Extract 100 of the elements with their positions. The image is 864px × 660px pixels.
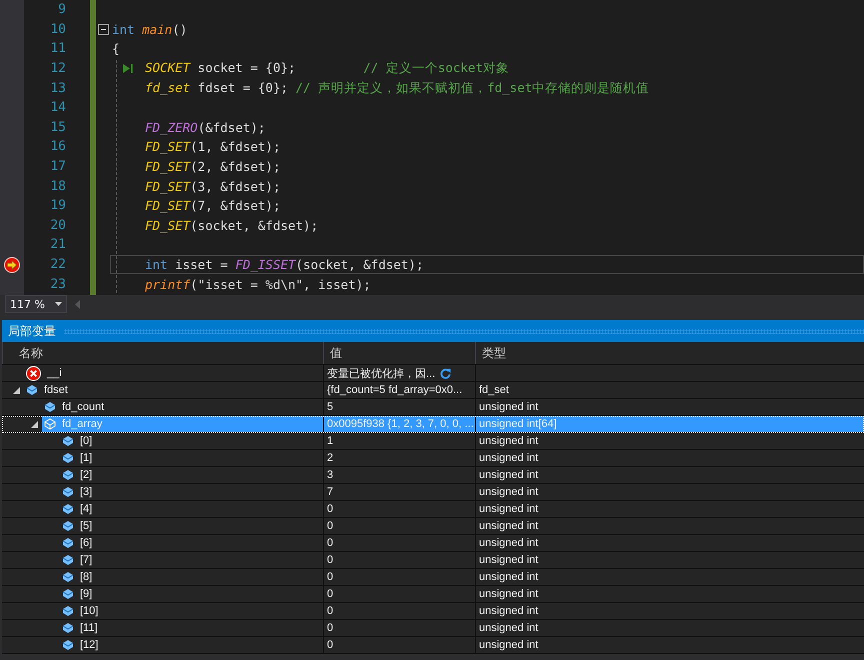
variable-name: [7] — [80, 554, 92, 566]
line-number: 12 — [50, 61, 66, 76]
line-number: 14 — [50, 100, 66, 116]
cube-icon — [26, 384, 38, 396]
variable-row[interactable]: [4] 0 unsigned int — [2, 501, 864, 518]
cube-icon — [44, 418, 56, 430]
variable-row[interactable]: [0] 1 unsigned int — [2, 433, 864, 450]
cube-icon — [62, 571, 74, 583]
variable-name: __i — [47, 367, 62, 379]
cube-icon — [62, 537, 74, 549]
variable-type: fd_set — [479, 384, 509, 396]
variable-type: unsigned int — [479, 503, 538, 515]
code-line: FD_SET(7, &fdset); — [145, 198, 280, 214]
variable-name: [1] — [80, 452, 92, 464]
variable-value: 0 — [327, 605, 334, 617]
variable-row[interactable]: __i 变量已被优化掉，因... — [2, 365, 864, 382]
code-line: int isset = FD_ISSET(socket, &fdset); — [145, 257, 424, 272]
variable-value: 5 — [327, 401, 334, 413]
variable-name: [0] — [80, 435, 92, 447]
line-number: 9 — [58, 2, 66, 18]
variable-row[interactable]: [5] 0 unsigned int — [2, 518, 864, 535]
column-header[interactable]: 值 — [323, 342, 475, 364]
variable-row[interactable]: [12] 0 unsigned int — [2, 637, 864, 654]
variable-value: 0 — [327, 588, 334, 600]
variable-value: 0 — [327, 537, 334, 549]
expanded-arrow-icon[interactable] — [12, 386, 20, 394]
variable-type: unsigned int — [479, 452, 538, 464]
run-to-click-icon[interactable] — [122, 63, 133, 74]
variable-value: 7 — [327, 486, 334, 498]
variable-value: 变量已被优化掉，因... — [327, 366, 436, 380]
variable-row[interactable]: fdset {fd_count=5 fd_array=0x0... fd_set — [2, 382, 864, 399]
cube-icon — [62, 452, 74, 464]
variable-row[interactable]: fd_count 5 unsigned int — [2, 399, 864, 416]
variable-name: fd_array — [62, 418, 102, 430]
variable-row[interactable]: [7] 0 unsigned int — [2, 552, 864, 569]
variable-name: [8] — [80, 571, 92, 583]
code-line: FD_SET(socket, &fdset); — [145, 218, 318, 233]
variable-row[interactable]: [1] 2 unsigned int — [2, 450, 864, 467]
cube-icon — [62, 435, 74, 447]
cube-icon — [44, 401, 56, 413]
variable-type: unsigned int — [479, 537, 538, 549]
variable-value: {fd_count=5 fd_array=0x0... — [327, 384, 462, 396]
line-number: 11 — [50, 41, 66, 56]
variable-type: unsigned int — [479, 469, 538, 481]
variable-row[interactable]: [10] 0 unsigned int — [2, 603, 864, 620]
variable-name: [9] — [80, 588, 92, 600]
variable-name: [12] — [80, 639, 98, 651]
code-line: int main() — [112, 22, 188, 37]
variable-value: 0 — [327, 639, 334, 651]
line-number: 13 — [50, 80, 66, 96]
variable-value: 0 — [327, 554, 334, 566]
column-header[interactable]: 名称 — [2, 342, 323, 364]
variable-type: unsigned int[64] — [479, 418, 557, 430]
variable-name: [4] — [80, 503, 92, 515]
variable-value: 0x0095f938 {1, 2, 3, 7, 0, 0, ... — [327, 418, 474, 430]
cube-icon — [62, 520, 74, 532]
variable-type: unsigned int — [479, 639, 538, 651]
variable-type: unsigned int — [479, 401, 538, 413]
error-icon — [26, 366, 41, 380]
expanded-arrow-icon[interactable] — [30, 420, 38, 428]
refresh-icon[interactable] — [440, 368, 452, 378]
line-number: 18 — [50, 178, 66, 194]
variable-type: unsigned int — [479, 622, 538, 634]
variable-type: unsigned int — [479, 588, 538, 600]
variable-name: [11] — [80, 622, 98, 634]
variable-name: [3] — [80, 486, 92, 498]
variable-type: unsigned int — [479, 554, 538, 566]
variable-name: fd_count — [62, 401, 104, 413]
cube-icon — [62, 588, 74, 600]
line-number: 10 — [50, 22, 66, 37]
variable-value: 0 — [327, 571, 334, 583]
variable-name: fdset — [44, 384, 68, 396]
variable-row[interactable]: [8] 0 unsigned int — [2, 569, 864, 586]
variable-name: [5] — [80, 520, 92, 532]
line-number: 23 — [50, 276, 66, 292]
variable-row[interactable]: [11] 0 unsigned int — [2, 620, 864, 637]
code-line: FD_SET(2, &fdset); — [145, 159, 280, 174]
line-number: 17 — [50, 159, 66, 174]
variable-type: unsigned int — [479, 571, 538, 583]
cube-icon — [62, 503, 74, 515]
variable-type: unsigned int — [479, 435, 538, 447]
variable-row[interactable]: [3] 7 unsigned int — [2, 484, 864, 501]
column-header[interactable]: 类型 — [475, 342, 864, 364]
line-number: 22 — [50, 257, 66, 272]
line-number: 20 — [50, 218, 66, 233]
cube-icon — [62, 622, 74, 634]
cube-icon — [62, 486, 74, 498]
variable-type: unsigned int — [479, 520, 538, 532]
variable-row[interactable]: [2] 3 unsigned int — [2, 467, 864, 484]
cube-icon — [62, 469, 74, 481]
line-number: 19 — [50, 198, 66, 214]
caret-icon — [54, 302, 62, 306]
variable-row[interactable]: [6] 0 unsigned int — [2, 535, 864, 552]
cube-icon — [62, 605, 74, 617]
line-number: 15 — [50, 120, 66, 135]
zoom-dropdown[interactable]: 117 % — [5, 295, 67, 313]
code-line: FD_ZERO(&fdset); — [145, 120, 266, 135]
variable-row[interactable]: [9] 0 unsigned int — [2, 586, 864, 603]
collapse-icon[interactable] — [98, 24, 108, 35]
code-line: fd_set fdset = {0}; // 声明并定义，如果不赋初值，fd_set中存储的则是随机值 — [145, 80, 650, 97]
